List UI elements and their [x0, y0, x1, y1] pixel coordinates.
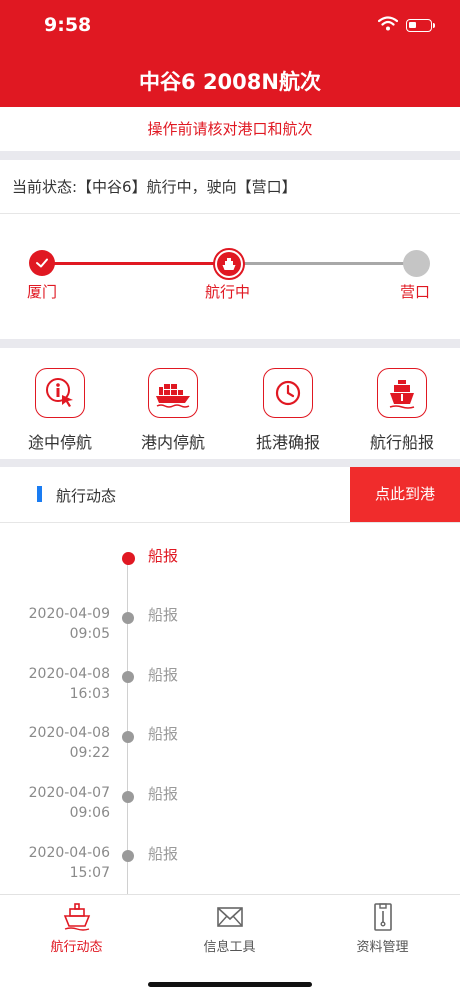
timeline-dot: [122, 850, 134, 862]
timeline-time: 15:07: [69, 865, 110, 881]
battery-icon: [406, 19, 435, 32]
tab-voyage[interactable]: 航行动态: [0, 902, 153, 955]
document-icon: [373, 903, 392, 931]
tab-label: 信息工具: [203, 940, 256, 955]
action-label: 途中停航: [27, 433, 92, 452]
wifi-icon: [377, 16, 399, 35]
timeline-label[interactable]: 船报: [148, 723, 178, 744]
mail-icon: [216, 907, 243, 927]
timeline-date: 2020-04-09: [28, 606, 110, 622]
action-stop-en-route-button[interactable]: 途中停航: [5, 368, 115, 453]
tab-info-tools[interactable]: 信息工具: [153, 902, 306, 955]
status-time: 9:58: [44, 14, 92, 36]
action-label: 港内停航: [140, 433, 205, 452]
action-label: 抵港确报: [255, 433, 320, 452]
section-title: 航行动态: [56, 487, 117, 505]
ship-icon: [63, 903, 90, 931]
action-stop-in-port-button[interactable]: 港内停航: [118, 368, 228, 453]
timeline-dot: [122, 731, 134, 743]
progress-node-pending: [403, 250, 430, 277]
timeline-datetime: 2020-04-08 16:03: [0, 664, 110, 704]
ship-front-icon: [389, 380, 415, 409]
timeline-time: 09:05: [69, 626, 110, 642]
timeline-dot: [122, 671, 134, 683]
timeline-label[interactable]: 船报: [148, 783, 178, 804]
action-voyage-report-button[interactable]: 航行船报: [347, 368, 457, 453]
divider: [0, 459, 460, 467]
clock-icon: [275, 380, 301, 406]
check-icon: [36, 258, 48, 268]
timeline-date: 2020-04-08: [28, 666, 110, 682]
timeline-line: [127, 559, 128, 899]
progress-track-pending: [230, 262, 416, 265]
divider: [0, 522, 460, 523]
timeline-datetime: 2020-04-06 15:07: [0, 843, 110, 883]
progress-label-destination: 营口: [400, 283, 431, 301]
progress-node-current: [213, 248, 245, 280]
timeline-dot: [122, 791, 134, 803]
timeline-datetime: 2020-04-08 09:22: [0, 723, 110, 763]
timeline-datetime: 2020-04-07 09:06: [0, 783, 110, 823]
tab-documents[interactable]: 资料管理: [306, 902, 459, 955]
status-icons: [377, 16, 435, 35]
page-title: 中谷6 2008N航次: [139, 70, 321, 94]
home-indicator: [148, 982, 312, 987]
progress-track-done: [42, 262, 228, 265]
action-label: 航行船报: [369, 433, 434, 452]
timeline-label[interactable]: 船报: [148, 664, 178, 685]
divider: [0, 339, 460, 348]
arrive-port-button[interactable]: 点此到港: [350, 467, 460, 522]
progress-node-done: [29, 250, 55, 276]
action-arrival-report-button[interactable]: 抵港确报: [233, 368, 343, 453]
tab-label: 航行动态: [50, 940, 103, 955]
progress-label-origin: 厦门: [27, 283, 58, 301]
ship-icon: [222, 258, 236, 270]
timeline-dot: [122, 612, 134, 624]
timeline-time: 09:06: [69, 805, 110, 821]
current-status: 当前状态:【中谷6】航行中，驶向【营口】: [12, 178, 297, 196]
timeline-date: 2020-04-06: [28, 845, 110, 861]
timeline-time: 09:22: [69, 745, 110, 761]
touch-info-icon: [46, 378, 73, 407]
timeline-time: 16:03: [69, 686, 110, 702]
timeline-datetime: 2020-04-09 09:05: [0, 604, 110, 644]
divider: [0, 213, 460, 214]
timeline-label[interactable]: 船报: [148, 545, 178, 566]
section-marker: [37, 486, 42, 502]
progress-label-current: 航行中: [205, 283, 251, 301]
timeline-date: 2020-04-08: [28, 725, 110, 741]
timeline-date: 2020-04-07: [28, 785, 110, 801]
cargo-ship-icon: [156, 384, 190, 408]
divider: [0, 151, 460, 160]
timeline-label[interactable]: 船报: [148, 604, 178, 625]
timeline-label[interactable]: 船报: [148, 843, 178, 864]
notice-text: 操作前请核对港口和航次: [0, 107, 460, 151]
timeline-dot-active: [122, 552, 135, 565]
tab-label: 资料管理: [356, 940, 409, 955]
